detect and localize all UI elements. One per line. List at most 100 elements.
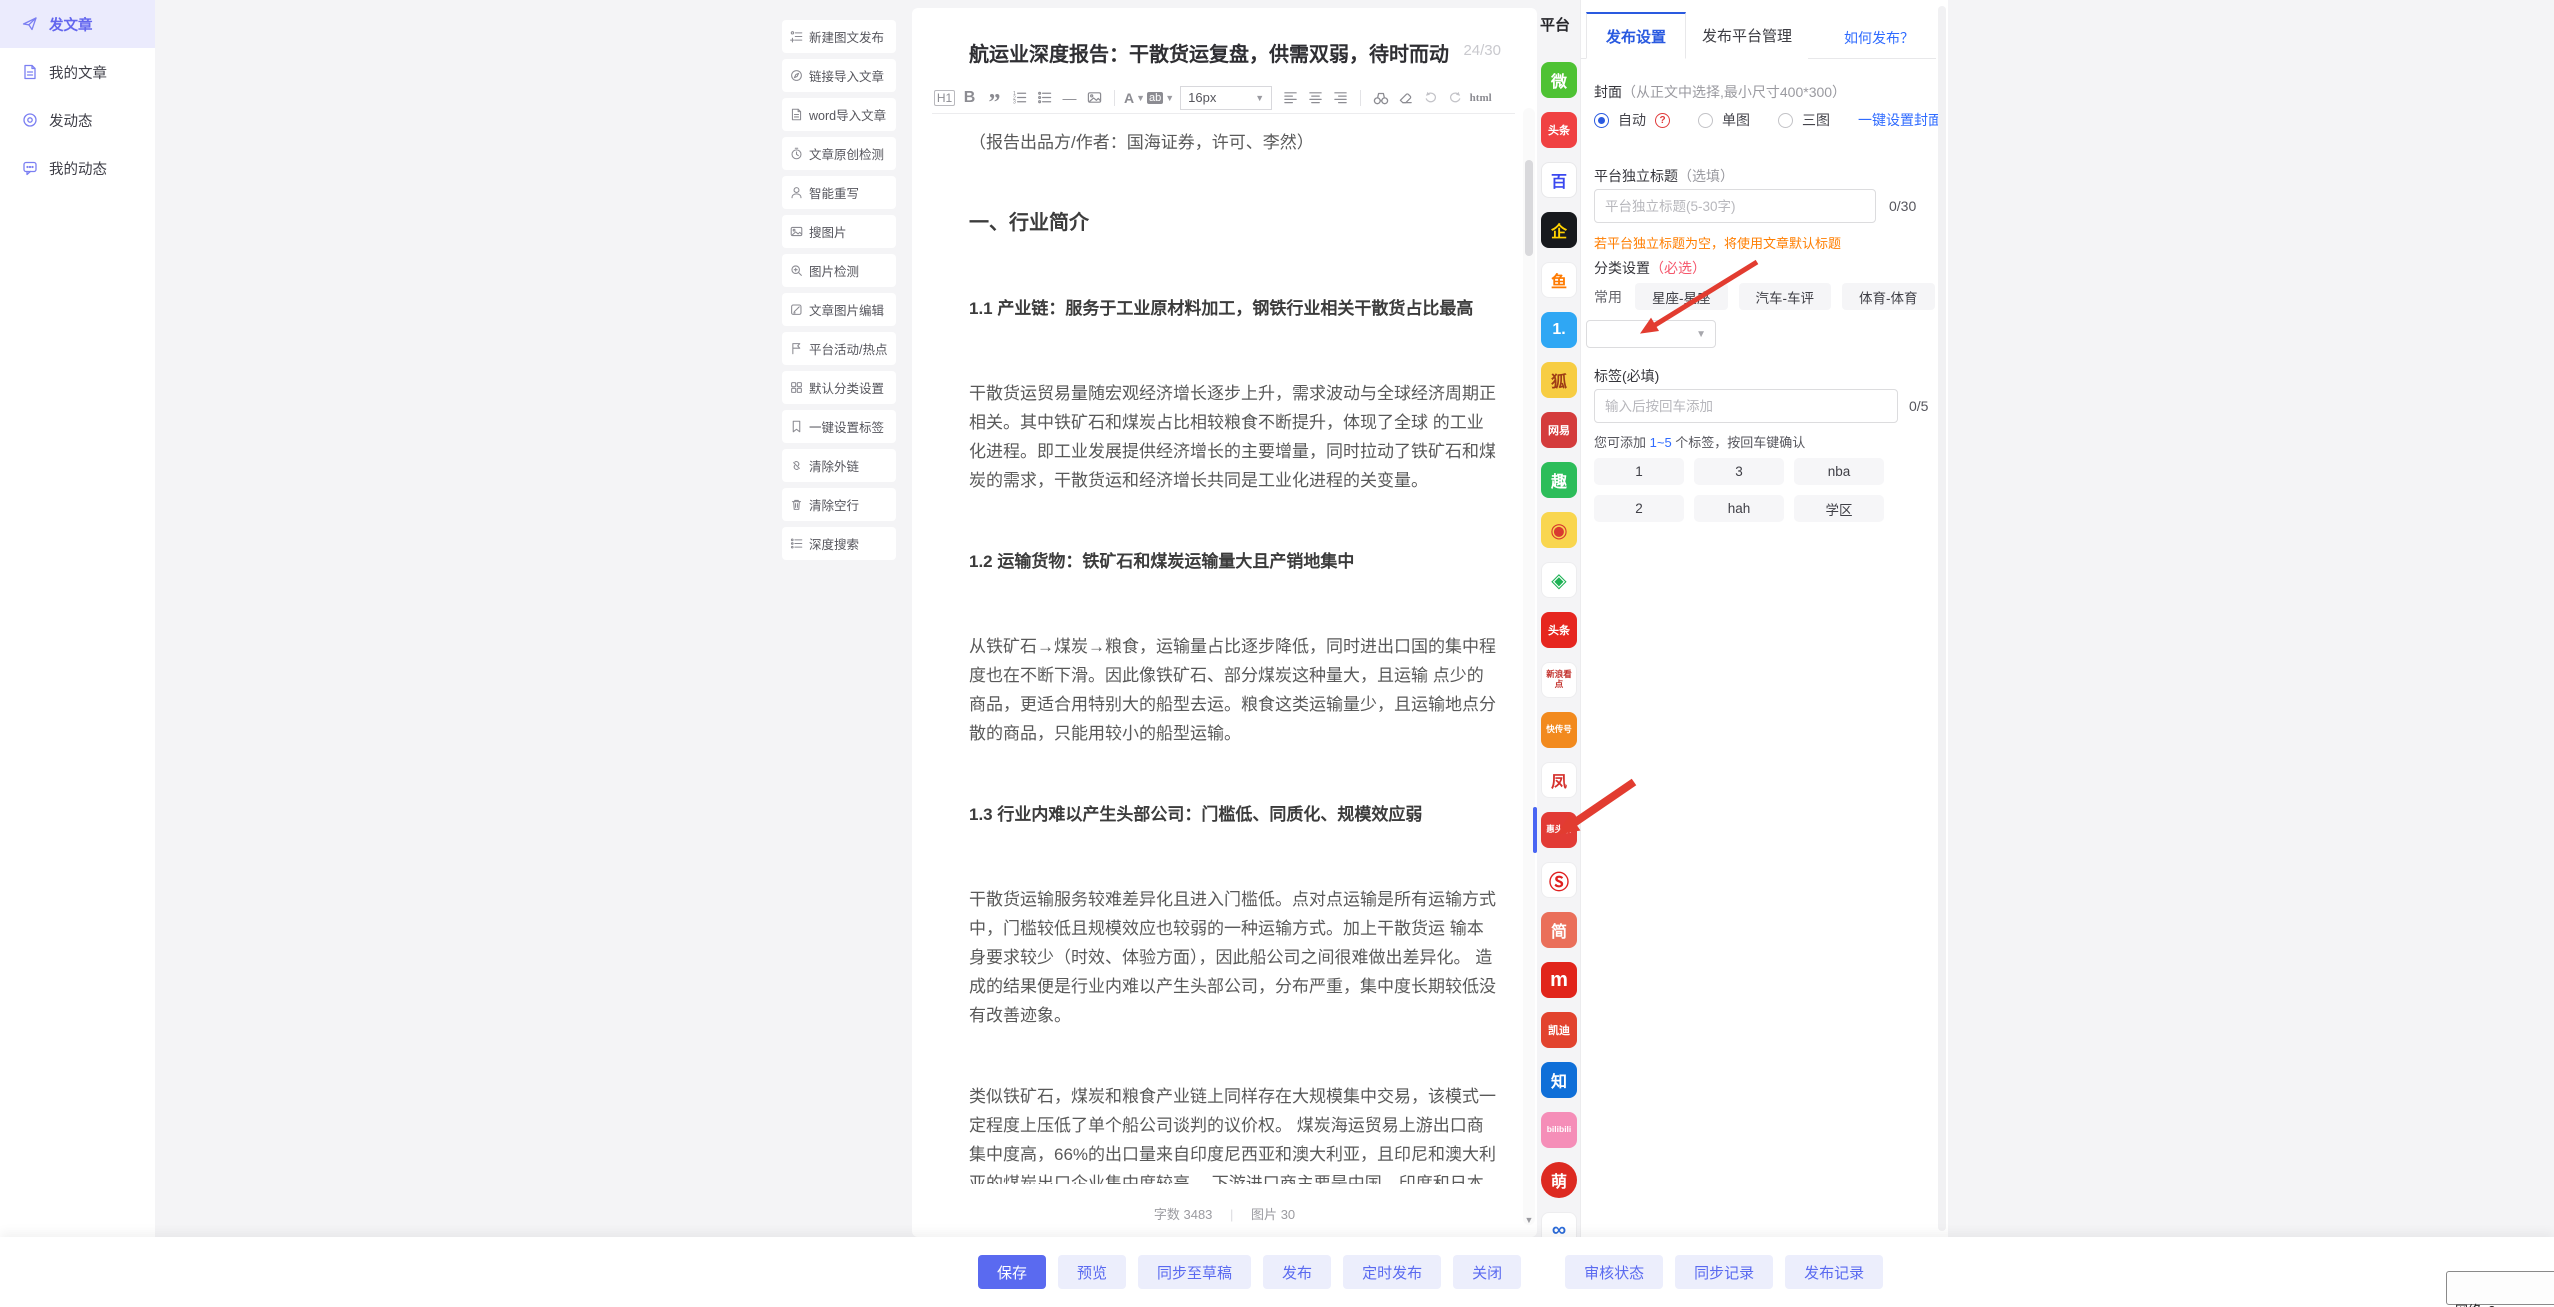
tab-platform-management[interactable]: 发布平台管理 <box>1686 12 1808 59</box>
category-chip[interactable]: 星座-星座 <box>1635 283 1728 310</box>
platform-icon-dongfang-toutiao[interactable]: 头条 <box>1541 612 1577 648</box>
tag-suggestion-chip[interactable]: nba <box>1794 458 1884 485</box>
tool-button-image-5[interactable]: 搜图片 <box>782 215 896 248</box>
heading-button[interactable]: H1 <box>932 85 957 111</box>
font-size-select[interactable]: 16px▼ <box>1180 86 1272 110</box>
tool-button-trash-12[interactable]: 清除空行 <box>782 488 896 521</box>
tool-button-search-plus-6[interactable]: 图片检测 <box>782 254 896 287</box>
platform-icon-sina-kandian[interactable]: 新浪看点 <box>1541 662 1577 698</box>
tag-suggestion-chip[interactable]: 3 <box>1694 458 1784 485</box>
category-chip[interactable]: 体育-体育 <box>1842 283 1935 310</box>
platform-icon-orange-news[interactable]: 快传号 <box>1541 712 1577 748</box>
unordered-list-button[interactable] <box>1032 85 1057 111</box>
html-source-button[interactable]: html <box>1468 85 1493 111</box>
tools-panel: 新建图文发布链接导入文章 word导入文章文章原创检测智能重写搜图片图片检测文章图… <box>782 20 896 566</box>
footer-button-2[interactable]: 预览 <box>1058 1255 1126 1289</box>
cover-radio-3[interactable] <box>1778 113 1793 128</box>
cover-radio-1[interactable] <box>1594 113 1609 128</box>
tab-publish-settings[interactable]: 发布设置 <box>1586 12 1686 59</box>
sidebar-item-circle-dot[interactable]: 发动态 <box>0 96 155 144</box>
align-right-button[interactable] <box>1328 85 1353 111</box>
bold-button[interactable]: B <box>957 85 982 111</box>
footer-button-1[interactable]: 保存 <box>978 1255 1046 1289</box>
tool-button-person-4[interactable]: 智能重写 <box>782 176 896 209</box>
platform-icon-dayuhao[interactable]: 鱼 <box>1541 262 1577 298</box>
tag-suggestion-chip[interactable]: 1 <box>1594 458 1684 485</box>
platform-icon-fenghuang[interactable]: 凤 <box>1541 762 1577 798</box>
platform-icon-baijiahao[interactable]: 百 <box>1541 162 1577 198</box>
undo-button[interactable] <box>1418 85 1443 111</box>
tool-button-unlink-11[interactable]: 清除外链 <box>782 449 896 482</box>
tag-suggestion-chip[interactable]: 学区 <box>1794 495 1884 522</box>
platform-icon-souhuhao[interactable]: 狐 <box>1541 362 1577 398</box>
clear-format-button[interactable] <box>1393 85 1418 111</box>
platform-icon-wechat[interactable]: 微 <box>1541 62 1577 98</box>
help-icon[interactable]: ? <box>1655 113 1670 128</box>
find-replace-button[interactable] <box>1368 85 1393 111</box>
footer-record-button-3[interactable]: 发布记录 <box>1785 1255 1883 1289</box>
tool-button-doc-2[interactable]: word导入文章 <box>782 98 896 131</box>
tag-suggestion-chip[interactable]: hah <box>1694 495 1784 522</box>
footer-record-button-2[interactable]: 同步记录 <box>1675 1255 1773 1289</box>
platform-icon-zhihu[interactable]: 知 <box>1541 1062 1577 1098</box>
independent-title-counter: 0/30 <box>1889 198 1916 214</box>
footer-record-button-1[interactable]: 审核状态 <box>1565 1255 1663 1289</box>
align-center-button[interactable] <box>1303 85 1328 111</box>
article-heading: 1.2 运输货物：铁矿石和煤炭运输量大且产销地集中 <box>969 547 1497 576</box>
font-color-button[interactable]: A▼ <box>1122 85 1147 111</box>
highlight-color-button[interactable]: ab▼ <box>1147 85 1174 111</box>
scroll-down-icon[interactable]: ▼ <box>1523 1215 1535 1225</box>
ordered-list-button[interactable]: 123 <box>1007 85 1032 111</box>
platform-icon-anime-circle[interactable]: 萌 <box>1541 1162 1577 1198</box>
chevron-down-icon: ▼ <box>1696 329 1706 340</box>
editor-content[interactable]: （报告出品方/作者：国海证券，许可、李然）一、行业简介1.1 产业链：服务于工业… <box>969 128 1497 1184</box>
insert-image-button[interactable] <box>1082 85 1107 111</box>
platform-icon-yidianzixun[interactable]: 1. <box>1541 312 1577 348</box>
footer-button-3[interactable]: 同步至草稿 <box>1138 1255 1251 1289</box>
bookmark-icon <box>790 420 803 433</box>
platform-icon-toutiao[interactable]: 头条 <box>1541 112 1577 148</box>
quick-set-cover-link[interactable]: 一键设置封面 <box>1858 110 1942 130</box>
independent-title-input[interactable] <box>1594 189 1876 223</box>
platform-icon-weibo[interactable]: ◉ <box>1541 512 1577 548</box>
tool-button-flag-8[interactable]: 平台活动/热点 <box>782 332 896 365</box>
footer-button-5[interactable]: 定时发布 <box>1343 1255 1441 1289</box>
sidebar-item-chat[interactable]: 我的动态 <box>0 144 155 192</box>
editor-scrollbar-thumb[interactable] <box>1525 160 1533 256</box>
panel-scrollbar[interactable] <box>1938 6 1946 1231</box>
blockquote-button[interactable]: ” <box>982 85 1007 111</box>
platform-icon-huitoutiao[interactable]: 惠头条 <box>1541 812 1577 848</box>
sidebar-item-paper-plane[interactable]: 发文章 <box>0 0 155 48</box>
cover-radio-2[interactable] <box>1698 113 1713 128</box>
platform-icon-jianshu[interactable]: 简 <box>1541 912 1577 948</box>
platform-icon-s-circle[interactable]: Ⓢ <box>1541 862 1577 898</box>
platform-icon-qutoutiao[interactable]: 趣 <box>1541 462 1577 498</box>
redo-button[interactable] <box>1443 85 1468 111</box>
sidebar-item-doc[interactable]: 我的文章 <box>0 48 155 96</box>
platform-icon-wangyihao[interactable]: 网易 <box>1541 412 1577 448</box>
tool-button-list-plus-0[interactable]: 新建图文发布 <box>782 20 896 53</box>
tool-button-grid-9[interactable]: 默认分类设置 <box>782 371 896 404</box>
platform-icon-qiehao[interactable]: 企 <box>1541 212 1577 248</box>
tool-button-label: 文章图片编辑 <box>809 300 884 319</box>
category-dropdown[interactable]: ▼ <box>1586 320 1716 348</box>
platform-icon-bilibili[interactable]: bilibili <box>1541 1112 1577 1148</box>
platform-icon-kaidi[interactable]: 凯迪 <box>1541 1012 1577 1048</box>
category-chip[interactable]: 汽车-车评 <box>1739 283 1832 310</box>
article-title[interactable]: 航运业深度报告：干散货运复盘，供需双弱，待时而动 <box>969 38 1409 67</box>
tool-button-bookmark-10[interactable]: 一键设置标签 <box>782 410 896 443</box>
tool-button-list-13[interactable]: 深度搜索 <box>782 527 896 560</box>
tool-button-clock-3[interactable]: 文章原创检测 <box>782 137 896 170</box>
tag-input[interactable] <box>1594 389 1898 423</box>
editor-scrollbar[interactable]: ▼ <box>1523 108 1535 1225</box>
tool-button-edit-7[interactable]: 文章图片编辑 <box>782 293 896 326</box>
footer-button-4[interactable]: 发布 <box>1263 1255 1331 1289</box>
platform-icon-green-eye[interactable]: ◈ <box>1541 562 1577 598</box>
tool-button-link-1[interactable]: 链接导入文章 <box>782 59 896 92</box>
platform-icon-red-m[interactable]: m <box>1541 962 1577 998</box>
how-to-publish-link[interactable]: 如何发布？ <box>1844 28 1914 48</box>
horizontal-rule-button[interactable]: — <box>1057 85 1082 111</box>
align-left-button[interactable] <box>1278 85 1303 111</box>
tag-suggestion-chip[interactable]: 2 <box>1594 495 1684 522</box>
footer-button-6[interactable]: 关闭 <box>1453 1255 1521 1289</box>
